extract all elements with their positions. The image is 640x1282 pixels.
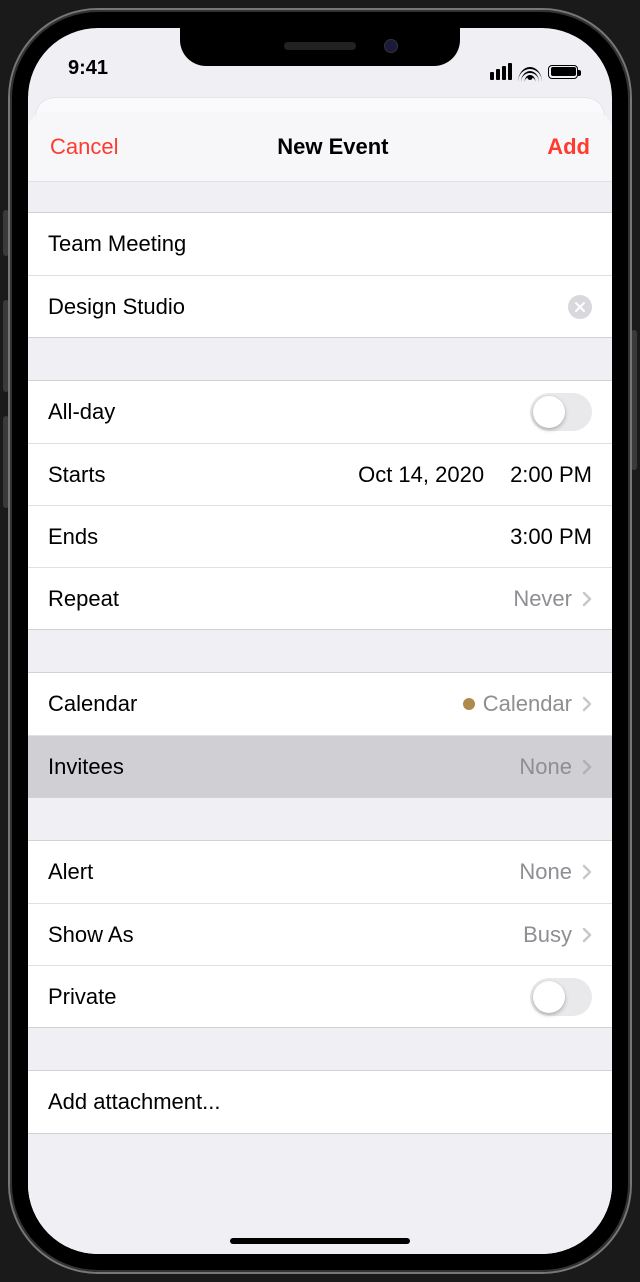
alert-group: Alert None Show As Busy	[28, 840, 612, 1028]
alert-label: Alert	[48, 859, 93, 885]
event-title-value: Team Meeting	[48, 231, 186, 257]
all-day-label: All-day	[48, 399, 115, 425]
form-scroll[interactable]: Team Meeting Design Studio	[28, 182, 612, 1254]
nav-bar: Cancel New Event Add	[28, 112, 612, 182]
notch	[180, 28, 460, 66]
repeat-value: Never	[513, 586, 572, 612]
chevron-right-icon	[582, 759, 592, 775]
add-button[interactable]: Add	[547, 134, 590, 160]
private-row[interactable]: Private	[28, 965, 612, 1027]
show-as-label: Show As	[48, 922, 134, 948]
screen: 9:41 Cancel New Event Add Team Meeting	[28, 28, 612, 1254]
calendar-label: Calendar	[48, 691, 137, 717]
chevron-right-icon	[582, 864, 592, 880]
attachment-group: Add attachment...	[28, 1070, 612, 1134]
calendar-value: Calendar	[483, 691, 572, 717]
calendar-color-dot	[463, 698, 475, 710]
private-toggle[interactable]	[530, 978, 592, 1016]
event-location-value: Design Studio	[48, 294, 185, 320]
invitees-row[interactable]: Invitees None	[28, 735, 612, 797]
chevron-right-icon	[582, 927, 592, 943]
repeat-label: Repeat	[48, 586, 119, 612]
private-label: Private	[48, 984, 116, 1010]
starts-time-value: 2:00 PM	[510, 462, 592, 488]
calendar-group: Calendar Calendar Invitees None	[28, 672, 612, 798]
calendar-row[interactable]: Calendar Calendar	[28, 673, 612, 735]
repeat-row[interactable]: Repeat Never	[28, 567, 612, 629]
show-as-value: Busy	[523, 922, 572, 948]
all-day-row[interactable]: All-day	[28, 381, 612, 443]
invitees-value: None	[519, 754, 572, 780]
title-location-group: Team Meeting Design Studio	[28, 212, 612, 338]
battery-icon	[548, 65, 578, 79]
clear-location-icon[interactable]	[568, 295, 592, 319]
home-indicator[interactable]	[230, 1238, 410, 1244]
invitees-label: Invitees	[48, 754, 124, 780]
cancel-button[interactable]: Cancel	[50, 134, 118, 160]
alert-row[interactable]: Alert None	[28, 841, 612, 903]
wifi-icon	[519, 64, 541, 80]
cellular-icon	[490, 63, 512, 80]
time-group: All-day Starts Oct 14, 2020 2:00 PM Ends…	[28, 380, 612, 630]
show-as-row[interactable]: Show As Busy	[28, 903, 612, 965]
ends-time-value: 3:00 PM	[510, 524, 592, 550]
status-time: 9:41	[68, 57, 108, 80]
new-event-sheet: Cancel New Event Add Team Meeting Design…	[28, 112, 612, 1254]
event-location-field[interactable]: Design Studio	[28, 275, 612, 337]
device-frame: 9:41 Cancel New Event Add Team Meeting	[10, 10, 630, 1272]
starts-row[interactable]: Starts Oct 14, 2020 2:00 PM	[28, 443, 612, 505]
add-attachment-row[interactable]: Add attachment...	[28, 1071, 612, 1133]
ends-row[interactable]: Ends 3:00 PM	[28, 505, 612, 567]
starts-label: Starts	[48, 462, 105, 488]
chevron-right-icon	[582, 696, 592, 712]
event-title-field[interactable]: Team Meeting	[28, 213, 612, 275]
page-title: New Event	[277, 134, 388, 160]
all-day-toggle[interactable]	[530, 393, 592, 431]
add-attachment-label: Add attachment...	[48, 1089, 220, 1115]
ends-label: Ends	[48, 524, 98, 550]
starts-date-value: Oct 14, 2020	[358, 462, 484, 488]
chevron-right-icon	[582, 591, 592, 607]
alert-value: None	[519, 859, 572, 885]
